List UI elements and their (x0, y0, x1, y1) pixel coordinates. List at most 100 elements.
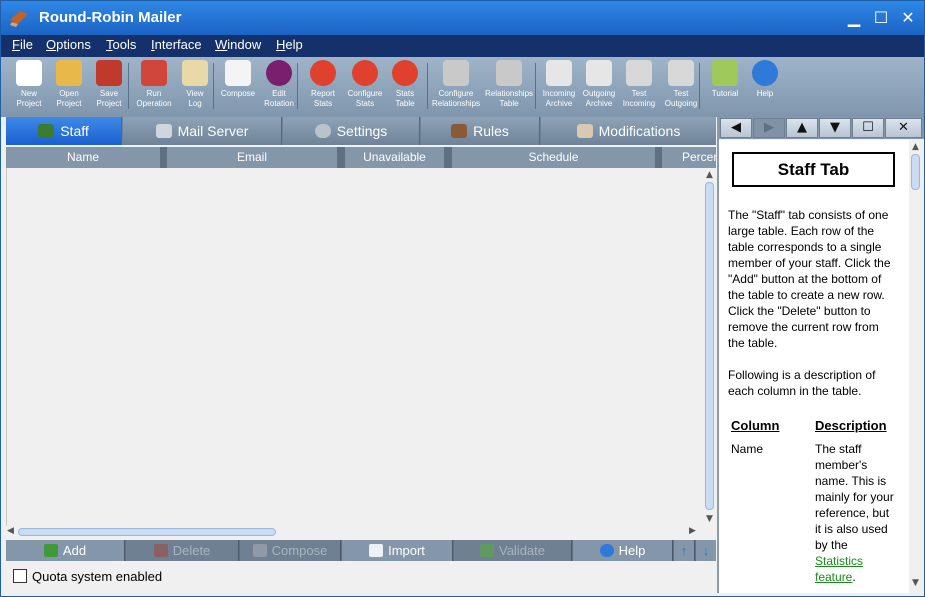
validate-button[interactable]: Validate (454, 540, 572, 561)
menu-options[interactable]: Options (46, 37, 91, 52)
open-project-icon (56, 60, 82, 86)
staff-table[interactable] (6, 168, 704, 526)
toolbar-tutorial-button[interactable]: Tutorial (705, 60, 745, 114)
help-back-button[interactable]: ◀ (720, 118, 752, 138)
toolbar-test-outgoing-button[interactable]: Test Outgoing (660, 60, 702, 114)
toolbar-separator (699, 63, 700, 109)
test-outgoing-icon (668, 60, 694, 86)
help-forward-button[interactable]: ▶ (753, 118, 785, 138)
compose-button[interactable]: Compose (240, 540, 341, 561)
scroll-down-arrow-icon[interactable]: ▼ (706, 514, 713, 524)
statistics-feature-link[interactable]: Statistics (815, 553, 905, 569)
scroll-right-arrow-icon[interactable]: ▶ (689, 526, 696, 536)
menu-tools[interactable]: Tools (106, 37, 136, 52)
toolbar-help-button[interactable]: Help (745, 60, 785, 114)
toolbar-test-incoming-button[interactable]: Test Incoming (619, 60, 659, 114)
toolbar-report-stats-button[interactable]: Report Stats (303, 60, 343, 114)
toolbar-label: Configure Relationships (431, 89, 481, 108)
menu-window[interactable]: Window (215, 37, 261, 52)
table-horizontal-scrollbar[interactable]: ◀ ▶ (6, 526, 704, 538)
column-header-schedule[interactable]: Schedule (452, 147, 657, 168)
tab-settings[interactable]: Settings (283, 117, 420, 145)
move-down-button[interactable]: ↓ (696, 540, 716, 561)
help-scroll-down-icon[interactable]: ▼ (912, 578, 919, 588)
maximize-button[interactable]: ☐ (868, 7, 894, 29)
toolbar-label: Incoming Archive (542, 89, 576, 108)
tab-modifications[interactable]: Modifications (541, 117, 716, 145)
help-text-line: member of your staff. Click the (728, 256, 891, 270)
help-text-period: . (852, 570, 856, 584)
toolbar-new-project-button[interactable]: New Project (9, 60, 49, 114)
delete-icon (153, 544, 168, 557)
scroll-left-arrow-icon[interactable]: ◀ (7, 526, 14, 536)
help-button[interactable]: Help (573, 540, 673, 561)
column-header-percent[interactable]: Percen (662, 147, 716, 168)
up-arrow-icon: ▲ (797, 120, 807, 135)
help-close-button[interactable]: ✕ (885, 118, 922, 138)
toolbar-stats-table-button[interactable]: Stats Table (385, 60, 425, 114)
down-arrow-icon: ▼ (830, 120, 840, 135)
help-down-button[interactable]: ▼ (819, 118, 851, 138)
outgoing-archive-icon (586, 60, 612, 86)
toolbar-configure-stats-button[interactable]: Configure Stats (344, 60, 386, 114)
quota-checkbox-row[interactable]: Quota system enabled (13, 569, 162, 584)
help-vertical-scrollbar[interactable]: ▲ ▼ (909, 140, 924, 593)
column-header-row: Name Email Unavailable Schedule Percen (6, 147, 716, 168)
menu-file[interactable]: File (12, 37, 33, 52)
button-label: Import (388, 543, 425, 558)
toolbar-incoming-archive-button[interactable]: Incoming Archive (539, 60, 579, 114)
help-text-line: remove the current row from (728, 320, 879, 334)
move-up-button[interactable]: ↑ (674, 540, 695, 561)
help-up-button[interactable]: ▲ (786, 118, 818, 138)
toolbar-save-project-button[interactable]: Save Project (89, 60, 129, 114)
button-label: Compose (271, 543, 328, 558)
column-header-name[interactable]: Name (6, 147, 162, 168)
toolbar-view-log-button[interactable]: View Log (175, 60, 215, 114)
toolbar-compose-button[interactable]: Compose (219, 60, 257, 114)
configure-relationships-icon (443, 60, 469, 86)
help-maximize-button[interactable]: ☐ (852, 118, 884, 138)
add-button[interactable]: Add (6, 540, 125, 561)
toolbar-relationships-table-button[interactable]: Relationships Table (483, 60, 535, 114)
incoming-archive-icon (546, 60, 572, 86)
button-label: Delete (172, 543, 211, 558)
help-text-line: "Add" button at the bottom of (728, 272, 882, 286)
delete-button[interactable]: Delete (126, 540, 239, 561)
statistics-feature-link[interactable]: feature (815, 570, 852, 584)
menu-interface[interactable]: Interface (151, 37, 202, 52)
close-button[interactable]: ✕ (895, 7, 921, 29)
horizontal-scroll-thumb[interactable] (18, 528, 276, 536)
toolbar-configure-relationships-button[interactable]: Configure Relationships (431, 60, 481, 114)
toolbar-separator (535, 63, 536, 109)
toolbar-open-project-button[interactable]: Open Project (49, 60, 89, 114)
toolbar-outgoing-archive-button[interactable]: Outgoing Archive (579, 60, 619, 114)
scroll-up-arrow-icon[interactable]: ▲ (706, 170, 713, 180)
test-incoming-icon (626, 60, 652, 86)
quota-checkbox[interactable] (13, 569, 27, 583)
help-scroll-up-icon[interactable]: ▲ (912, 142, 919, 152)
toolbar-edit-rotation-button[interactable]: Edit Rotation (259, 60, 299, 114)
help-text-line: by the (815, 538, 848, 552)
compose-icon (225, 60, 251, 86)
help-text-line: name. This is (815, 474, 887, 488)
tutorial-icon (712, 60, 738, 86)
validate-icon (479, 544, 494, 557)
column-header-unavailable[interactable]: Unavailable (345, 147, 446, 168)
table-vertical-scrollbar[interactable]: ▲ ▼ (704, 168, 716, 538)
help-text-line: table corresponds to a single (728, 240, 882, 254)
import-button[interactable]: Import (342, 540, 453, 561)
table-button-bar: Add Delete Compose Import Validate Help … (6, 540, 716, 561)
help-scroll-thumb[interactable] (911, 154, 920, 190)
toolbar-label: Edit Rotation (264, 89, 294, 108)
minimize-button[interactable]: ▁ (841, 7, 867, 29)
vertical-scroll-thumb[interactable] (705, 182, 714, 510)
import-icon (369, 544, 384, 557)
tab-mail-server[interactable]: Mail Server (123, 117, 282, 145)
tab-staff[interactable]: Staff (6, 117, 122, 145)
toolbar-label: Open Project (56, 89, 82, 108)
toolbar-run-operation-button[interactable]: Run Operation (133, 60, 175, 114)
column-header-email[interactable]: Email (167, 147, 339, 168)
help-text-line: the table. (728, 336, 778, 350)
tab-rules[interactable]: Rules (421, 117, 540, 145)
menu-help[interactable]: Help (276, 37, 303, 52)
